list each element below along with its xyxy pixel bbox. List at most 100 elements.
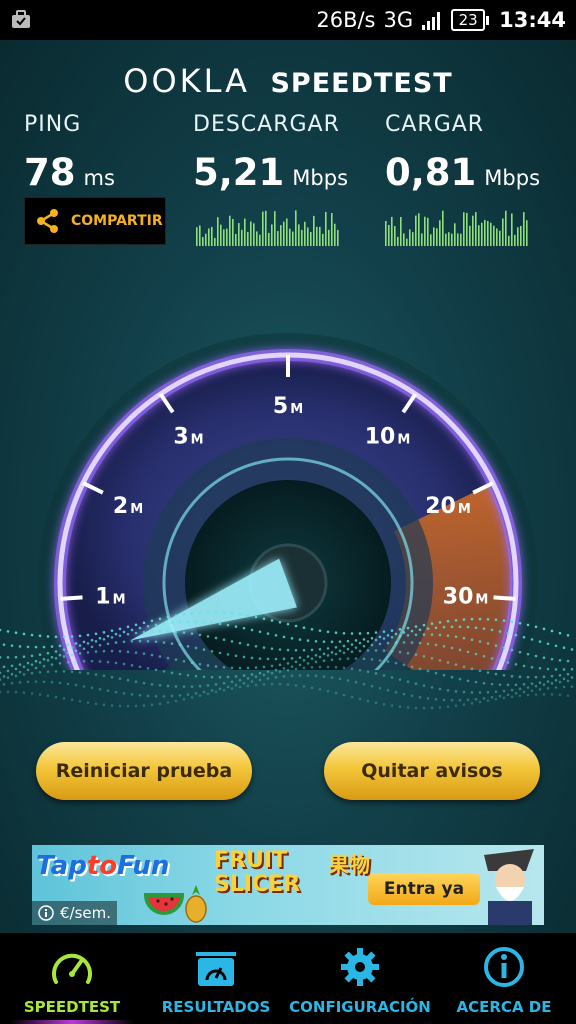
wave-dot (426, 642, 430, 646)
wave-dot (342, 631, 346, 635)
share-button[interactable]: COMPARTIR (24, 197, 166, 245)
nav-item-results[interactable]: RESULTADOS (144, 933, 288, 1024)
wave-dot (46, 651, 50, 655)
wave-dot (110, 675, 114, 679)
ad-game-cjk: 果物 (328, 853, 370, 877)
wave-dot (194, 646, 198, 650)
wave-dot (198, 633, 202, 637)
wave-dot (550, 657, 554, 661)
wave-dot (494, 644, 498, 647)
sparkline-bar (217, 217, 219, 246)
wave-dot (470, 638, 474, 641)
wave-dot (358, 668, 362, 672)
wave-dot (62, 670, 66, 673)
wave-dot (558, 658, 562, 662)
wave-dot (22, 691, 26, 695)
sparkline-bar (514, 234, 516, 246)
wave-dot (402, 631, 406, 634)
wave-dot (118, 627, 122, 631)
nav-item-speedtest[interactable]: SPEEDTEST (0, 933, 144, 1024)
wave-dot (346, 639, 350, 643)
wave-dot (530, 689, 534, 692)
wave-dot (190, 612, 194, 615)
wave-dot (166, 630, 170, 633)
wave-dot (66, 643, 70, 647)
wave-dot (22, 632, 26, 636)
sparkline-bar (202, 236, 204, 246)
wave-dot (118, 677, 122, 681)
nav-item-settings[interactable]: CONFIGURACIÓN (288, 933, 432, 1024)
download-label: DESCARGAR (193, 112, 340, 137)
wave-dot (542, 675, 546, 679)
wave-dot (218, 622, 222, 626)
ping-value: 78 (24, 151, 76, 194)
wave-dot (462, 636, 466, 640)
wave-dot (86, 651, 90, 654)
wave-dot (326, 665, 330, 669)
wave-dot (182, 698, 186, 701)
wave-dot (0, 628, 2, 632)
wave-dot (146, 639, 150, 643)
wave-dot (182, 612, 186, 616)
ping-unit: ms (83, 166, 115, 190)
wave-dot (374, 638, 378, 642)
wave-dot (102, 631, 106, 634)
wave-dot (2, 682, 6, 686)
wave-dot (62, 655, 66, 658)
sparkline-bar (316, 226, 318, 246)
wave-dot (310, 686, 314, 690)
wave-dot (318, 655, 322, 659)
wave-dot (254, 644, 258, 648)
wave-dot (134, 631, 138, 635)
wave-dot (234, 675, 238, 678)
wave-dot (202, 648, 206, 651)
wave-dot (190, 661, 194, 665)
wave-dot (522, 635, 526, 639)
wave-dot (306, 662, 310, 665)
remove-ads-button[interactable]: Quitar avisos (324, 742, 540, 800)
wave-dot (238, 678, 242, 682)
wave-dot (118, 649, 122, 653)
wave-dot (214, 683, 218, 686)
wave-dot (486, 617, 490, 621)
wave-dot (514, 683, 518, 687)
wave-dot (458, 677, 462, 681)
wave-dot (94, 650, 98, 653)
wave-dot (566, 694, 570, 697)
wave-dot (390, 635, 394, 639)
wave-dot (466, 679, 470, 683)
wave-dot (526, 652, 530, 656)
wave-dot (250, 673, 254, 676)
wave-dot (462, 690, 466, 694)
ad-banner[interactable]: TaptoFun FRUIT SLICER 果物 Entra ya €/sem. (32, 845, 544, 925)
wave-dot (78, 699, 82, 703)
nav-label-results: RESULTADOS (161, 998, 271, 1016)
wave-dot (34, 680, 38, 683)
wave-dot (230, 687, 234, 690)
wave-dot (206, 635, 210, 638)
ad-cta-button[interactable]: Entra ya (368, 873, 480, 905)
sparkline-bar (253, 223, 255, 246)
restart-test-button[interactable]: Reiniciar prueba (36, 742, 252, 800)
ad-game-line2: SLICER (214, 872, 301, 897)
wave-dot (494, 672, 498, 676)
nav-item-about[interactable]: ACERCA DE (432, 933, 576, 1024)
wave-dot (498, 630, 502, 633)
sparkline-bar (391, 216, 393, 246)
wave-dot (170, 642, 174, 645)
wave-dot (462, 618, 466, 621)
share-label: COMPARTIR (71, 213, 163, 229)
wave-dot (290, 637, 294, 640)
wave-dot (6, 630, 10, 633)
wave-dot (474, 680, 478, 684)
wave-dot (262, 683, 266, 686)
wave-dot (254, 666, 258, 669)
wave-dot (142, 621, 146, 625)
sparkline-bar (505, 210, 507, 246)
wave-dot (270, 671, 274, 675)
wave-dot (474, 626, 478, 630)
sparkline-bar (442, 210, 444, 246)
wave-dot (386, 660, 390, 663)
wave-dot (410, 641, 414, 644)
wave-dot (358, 632, 362, 635)
